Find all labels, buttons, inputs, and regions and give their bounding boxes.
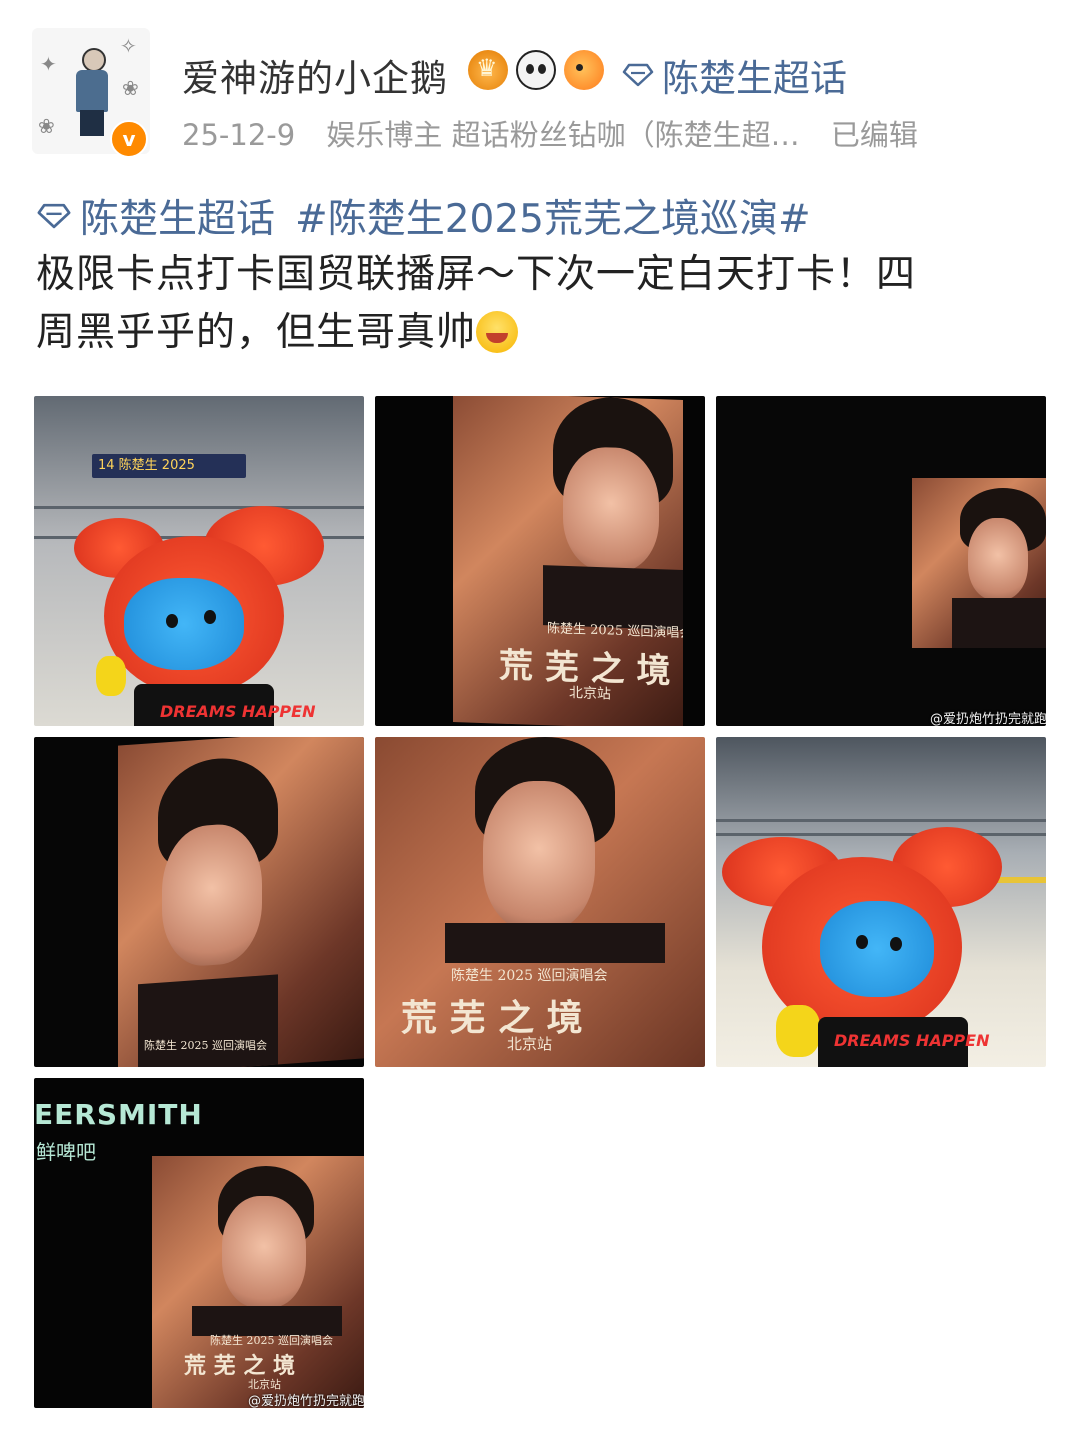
post-body-line: 极限卡点打卡国贸联播屏～下次一定白天打卡！四	[36, 252, 917, 297]
supertopic-link[interactable]: 陈楚生超话	[622, 48, 847, 102]
post-body: 极限卡点打卡国贸联播屏～下次一定白天打卡！四 周黑乎乎的，但生哥真帅	[36, 246, 1048, 362]
diamond-icon	[37, 203, 71, 229]
post-text: 陈楚生超话 #陈楚生2025荒芜之境巡演# 极限卡点打卡国贸联播屏～下次一定白天…	[36, 188, 1048, 362]
flower-deco-icon: ❀	[122, 76, 139, 100]
user-role: 娱乐博主 超话粉丝钻咖（陈楚生超…	[326, 118, 800, 152]
bar-sign-cn: 鲜啤吧	[36, 1140, 96, 1164]
poster-tour-text: 陈楚生 2025 巡回演唱会	[210, 1334, 333, 1347]
photo-billboard-1[interactable]: 陈楚生 2025 巡回演唱会 荒 芜 之 境 北京站	[375, 396, 705, 726]
poster-tour-text: 陈楚生 2025 巡回演唱会	[547, 621, 683, 642]
supertopic-label: 陈楚生超话	[662, 57, 847, 100]
post-meta: 25-12-9 娱乐博主 超话粉丝钻咖（陈楚生超… 已编辑	[182, 112, 940, 154]
poster-city: 北京站	[507, 1035, 553, 1053]
image-grid: 14 陈楚生 2025 DREAMS HAPPEN 陈楚生 2025 巡回演唱会…	[34, 396, 1046, 1408]
photo-billboard-2[interactable]: @爱扔炮竹扔完就跑	[716, 396, 1046, 726]
photo-billboard-4[interactable]: 陈楚生 2025 巡回演唱会 荒 芜 之 境 北京站	[375, 737, 705, 1067]
username[interactable]: 爱神游的小企鹅	[182, 48, 448, 102]
post-date: 25-12-9	[182, 118, 296, 152]
poster-title: 荒 芜 之 境	[401, 997, 583, 1039]
photo-billboard-3[interactable]: 陈楚生 2025 巡回演唱会	[34, 737, 364, 1067]
user-badges	[468, 48, 604, 92]
plush-toy: DREAMS HAPPEN	[74, 506, 334, 726]
poster-tour-text: 陈楚生 2025 巡回演唱会	[144, 1039, 267, 1052]
avatar-person	[68, 48, 114, 138]
photo-watermark: @爱扔炮竹扔完就跑	[930, 712, 1046, 726]
flower-deco-icon: ❀	[38, 114, 55, 138]
edited-label[interactable]: 已编辑	[831, 118, 918, 152]
diamond-icon	[622, 63, 654, 87]
poster-tour-text: 陈楚生 2025 巡回演唱会	[451, 968, 608, 984]
crown-badge-icon[interactable]	[468, 50, 508, 90]
panda-badge-icon[interactable]	[516, 50, 556, 90]
topic-tag-link[interactable]: 陈楚生超话	[80, 188, 275, 244]
photo-billboard-5[interactable]: EERSMITH 鲜啤吧 陈楚生 2025 巡回演唱会 荒 芜 之 境 北京站 …	[34, 1078, 364, 1408]
post-body-line: 周黑乎乎的，但生哥真帅	[36, 304, 1048, 362]
photo-platform-plush[interactable]: DREAMS HAPPEN	[716, 737, 1046, 1067]
fish-badge-icon[interactable]	[564, 50, 604, 90]
hashtag-link[interactable]: #陈楚生2025荒芜之境巡演#	[295, 188, 811, 244]
laugh-cry-emoji-icon	[476, 311, 519, 353]
plush-toy: DREAMS HAPPEN	[722, 817, 1022, 1067]
poster-city: 北京站	[569, 685, 611, 703]
post-header: ✦ ✧ ❀ ❀ v 爱神游的小企鹅 陈楚生超话 25-12-9 娱乐博主 超话粉…	[0, 0, 1080, 170]
shirt-text: DREAMS HAPPEN	[160, 702, 316, 721]
shirt-text: DREAMS HAPPEN	[834, 1031, 990, 1050]
sparkle-deco-icon: ✧	[120, 34, 137, 58]
verified-icon: v	[110, 120, 148, 158]
station-sign: 14 陈楚生 2025	[92, 454, 246, 478]
photo-station-plush[interactable]: 14 陈楚生 2025 DREAMS HAPPEN	[34, 396, 364, 726]
photo-watermark: @爱扔炮竹扔完就跑	[248, 1394, 364, 1408]
bar-sign: EERSMITH	[34, 1098, 203, 1131]
topic-line: 陈楚生超话 #陈楚生2025荒芜之境巡演#	[36, 188, 1048, 244]
star-deco-icon: ✦	[40, 52, 57, 76]
